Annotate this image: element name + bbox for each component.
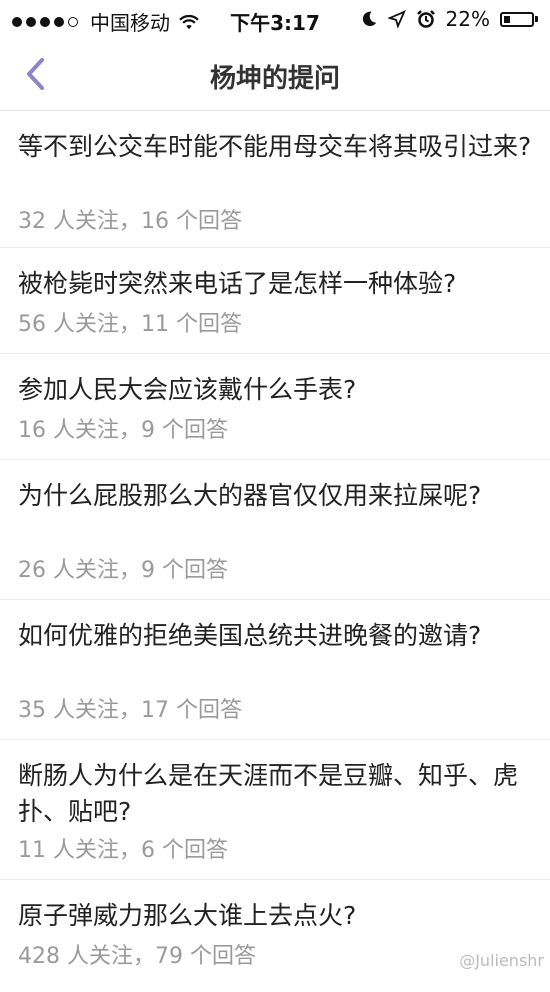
question-meta: 11 人关注，6 个回答 (18, 838, 228, 863)
question-title[interactable]: 被枪毙时突然来电话了是怎样一种体验? (18, 266, 538, 302)
navigation-bar: 杨坤的提问 (0, 40, 550, 111)
watermark: @Julienshr (459, 951, 544, 970)
battery-percent: 22% (445, 7, 490, 31)
question-meta: 16 人关注，9 个回答 (18, 418, 228, 443)
list-item[interactable]: 等不到公交车时能不能用母交车将其吸引过来? 32 人关注，16 个回答 (0, 111, 550, 248)
question-list: 等不到公交车时能不能用母交车将其吸引过来? 32 人关注，16 个回答 被枪毙时… (0, 111, 550, 992)
question-meta: 428 人关注，79 个回答 (18, 944, 256, 969)
moon-icon (362, 11, 376, 27)
question-title[interactable]: 参加人民大会应该戴什么手表? (18, 372, 538, 408)
question-title[interactable]: 原子弹威力那么大谁上去点火? (18, 898, 538, 934)
status-bar: 中国移动 下午3:17 22% (0, 0, 550, 40)
alarm-icon (416, 10, 435, 28)
question-title[interactable]: 等不到公交车时能不能用母交车将其吸引过来? (18, 129, 538, 165)
question-meta: 26 人关注，9 个回答 (18, 558, 228, 583)
list-item[interactable]: 如何优雅的拒绝美国总统共进晚餐的邀请? 35 人关注，17 个回答 (0, 600, 550, 740)
list-item[interactable]: 为什么屁股那么大的器官仅仅用来拉屎呢? 26 人关注，9 个回答 (0, 460, 550, 600)
question-meta: 35 人关注，17 个回答 (18, 698, 242, 723)
location-arrow-icon (387, 10, 406, 28)
status-right: 22% (350, 7, 538, 31)
list-item[interactable]: 参加人民大会应该戴什么手表? 16 人关注，9 个回答 (0, 354, 550, 460)
question-title[interactable]: 为什么屁股那么大的器官仅仅用来拉屎呢? (18, 478, 538, 514)
page-title: 杨坤的提问 (209, 64, 340, 94)
question-title[interactable]: 断肠人为什么是在天涯而不是豆瓣、知乎、虎扑、贴吧? (18, 758, 538, 830)
list-item[interactable]: 原子弹威力那么大谁上去点火? 428 人关注，79 个回答 (0, 880, 550, 992)
question-meta: 32 人关注，16 个回答 (18, 209, 242, 234)
list-item[interactable]: 被枪毙时突然来电话了是怎样一种体验? 56 人关注，11 个回答 (0, 248, 550, 354)
question-title[interactable]: 如何优雅的拒绝美国总统共进晚餐的邀请? (18, 618, 538, 654)
list-item[interactable]: 断肠人为什么是在天涯而不是豆瓣、知乎、虎扑、贴吧? 11 人关注，6 个回答 (0, 740, 550, 880)
question-meta: 56 人关注，11 个回答 (18, 312, 242, 337)
battery-icon (500, 11, 538, 27)
